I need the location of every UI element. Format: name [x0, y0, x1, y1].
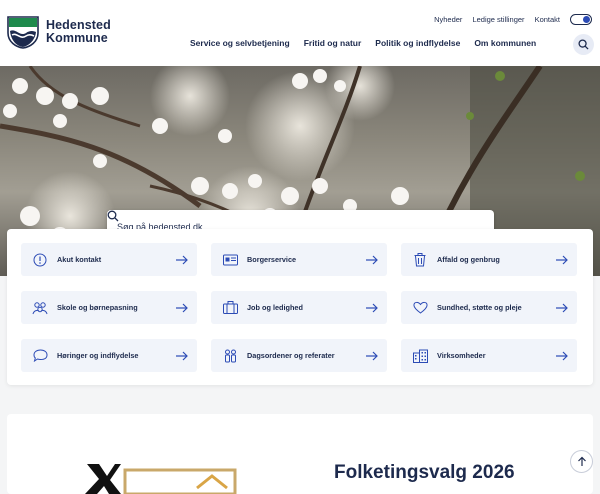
tile-virksomheder[interactable]: Virksomheder — [401, 339, 577, 372]
tile-dagsordener[interactable]: Dagsordener og referater — [211, 339, 387, 372]
tile-sundhed[interactable]: Sundhed, støtte og pleje — [401, 291, 577, 324]
util-link-jobs[interactable]: Ledige stillinger — [472, 15, 524, 24]
tile-akut-kontakt[interactable]: Akut kontakt — [21, 243, 197, 276]
tile-affald[interactable]: Affald og genbrug — [401, 243, 577, 276]
nav-item-service[interactable]: Service og selvbetjening — [190, 38, 290, 48]
tile-label: Dagsordener og referater — [247, 351, 335, 360]
arrow-right-icon — [366, 255, 378, 264]
feature-title: Folketingsvalg 2026 — [334, 462, 515, 483]
header-search-button[interactable] — [573, 34, 594, 55]
heart-icon — [411, 299, 429, 317]
id-card-icon — [221, 251, 239, 269]
feature-section: Folketingsvalg 2026 — [7, 414, 593, 494]
tile-label: Akut kontakt — [57, 255, 102, 264]
nav-item-about[interactable]: Om kommunen — [474, 38, 536, 48]
quick-links-panel: Akut kontakt Borgerservice Affald og gen… — [7, 229, 593, 385]
logo-line-2: Kommune — [46, 31, 108, 45]
tile-skole[interactable]: Skole og børnepasning — [21, 291, 197, 324]
municipal-shield-icon — [7, 16, 39, 49]
arrow-right-icon — [176, 255, 188, 264]
arrow-up-icon — [577, 456, 586, 466]
tile-hoeringer[interactable]: Høringer og indflydelse — [21, 339, 197, 372]
alert-circle-icon — [31, 251, 49, 269]
main-nav: Service og selvbetjening Fritid og natur… — [190, 38, 550, 48]
util-link-news[interactable]: Nyheder — [434, 15, 462, 24]
site-logo[interactable]: Hedensted Kommune — [6, 15, 111, 49]
util-link-contact[interactable]: Kontakt — [535, 15, 560, 24]
tile-label: Høringer og indflydelse — [57, 351, 139, 360]
scroll-to-top-button[interactable] — [570, 450, 593, 473]
arrow-right-icon — [556, 255, 568, 264]
tile-label: Borgerservice — [247, 255, 297, 264]
briefcase-icon — [221, 299, 239, 317]
search-icon[interactable] — [107, 210, 119, 222]
trash-icon — [411, 251, 429, 269]
group-icon — [31, 299, 49, 317]
ballot-graphic — [85, 464, 237, 494]
tile-label: Job og ledighed — [247, 303, 303, 312]
toggle-knob — [583, 16, 590, 23]
building-icon — [411, 347, 429, 365]
tile-job[interactable]: Job og ledighed — [211, 291, 387, 324]
search-icon — [578, 39, 589, 50]
arrow-right-icon — [556, 351, 568, 360]
logo-wordmark: Hedensted Kommune — [46, 19, 111, 45]
arrow-right-icon — [556, 303, 568, 312]
arrow-right-icon — [366, 303, 378, 312]
tile-label: Skole og børnepasning — [57, 303, 138, 312]
nav-item-leisure[interactable]: Fritid og natur — [304, 38, 362, 48]
tile-label: Sundhed, støtte og pleje — [437, 303, 522, 312]
tile-borgerservice[interactable]: Borgerservice — [211, 243, 387, 276]
arrow-right-icon — [176, 351, 188, 360]
speech-bubble-icon — [31, 347, 49, 365]
contrast-toggle[interactable] — [570, 14, 592, 25]
tile-label: Affald og genbrug — [437, 255, 500, 264]
people-icon — [221, 347, 239, 365]
arrow-right-icon — [366, 351, 378, 360]
utility-links: Nyheder Ledige stillinger Kontakt — [434, 14, 592, 25]
site-header: Hedensted Kommune Nyheder Ledige stillin… — [0, 0, 600, 66]
nav-item-politics[interactable]: Politik og indflydelse — [375, 38, 460, 48]
arrow-right-icon — [176, 303, 188, 312]
tile-label: Virksomheder — [437, 351, 486, 360]
